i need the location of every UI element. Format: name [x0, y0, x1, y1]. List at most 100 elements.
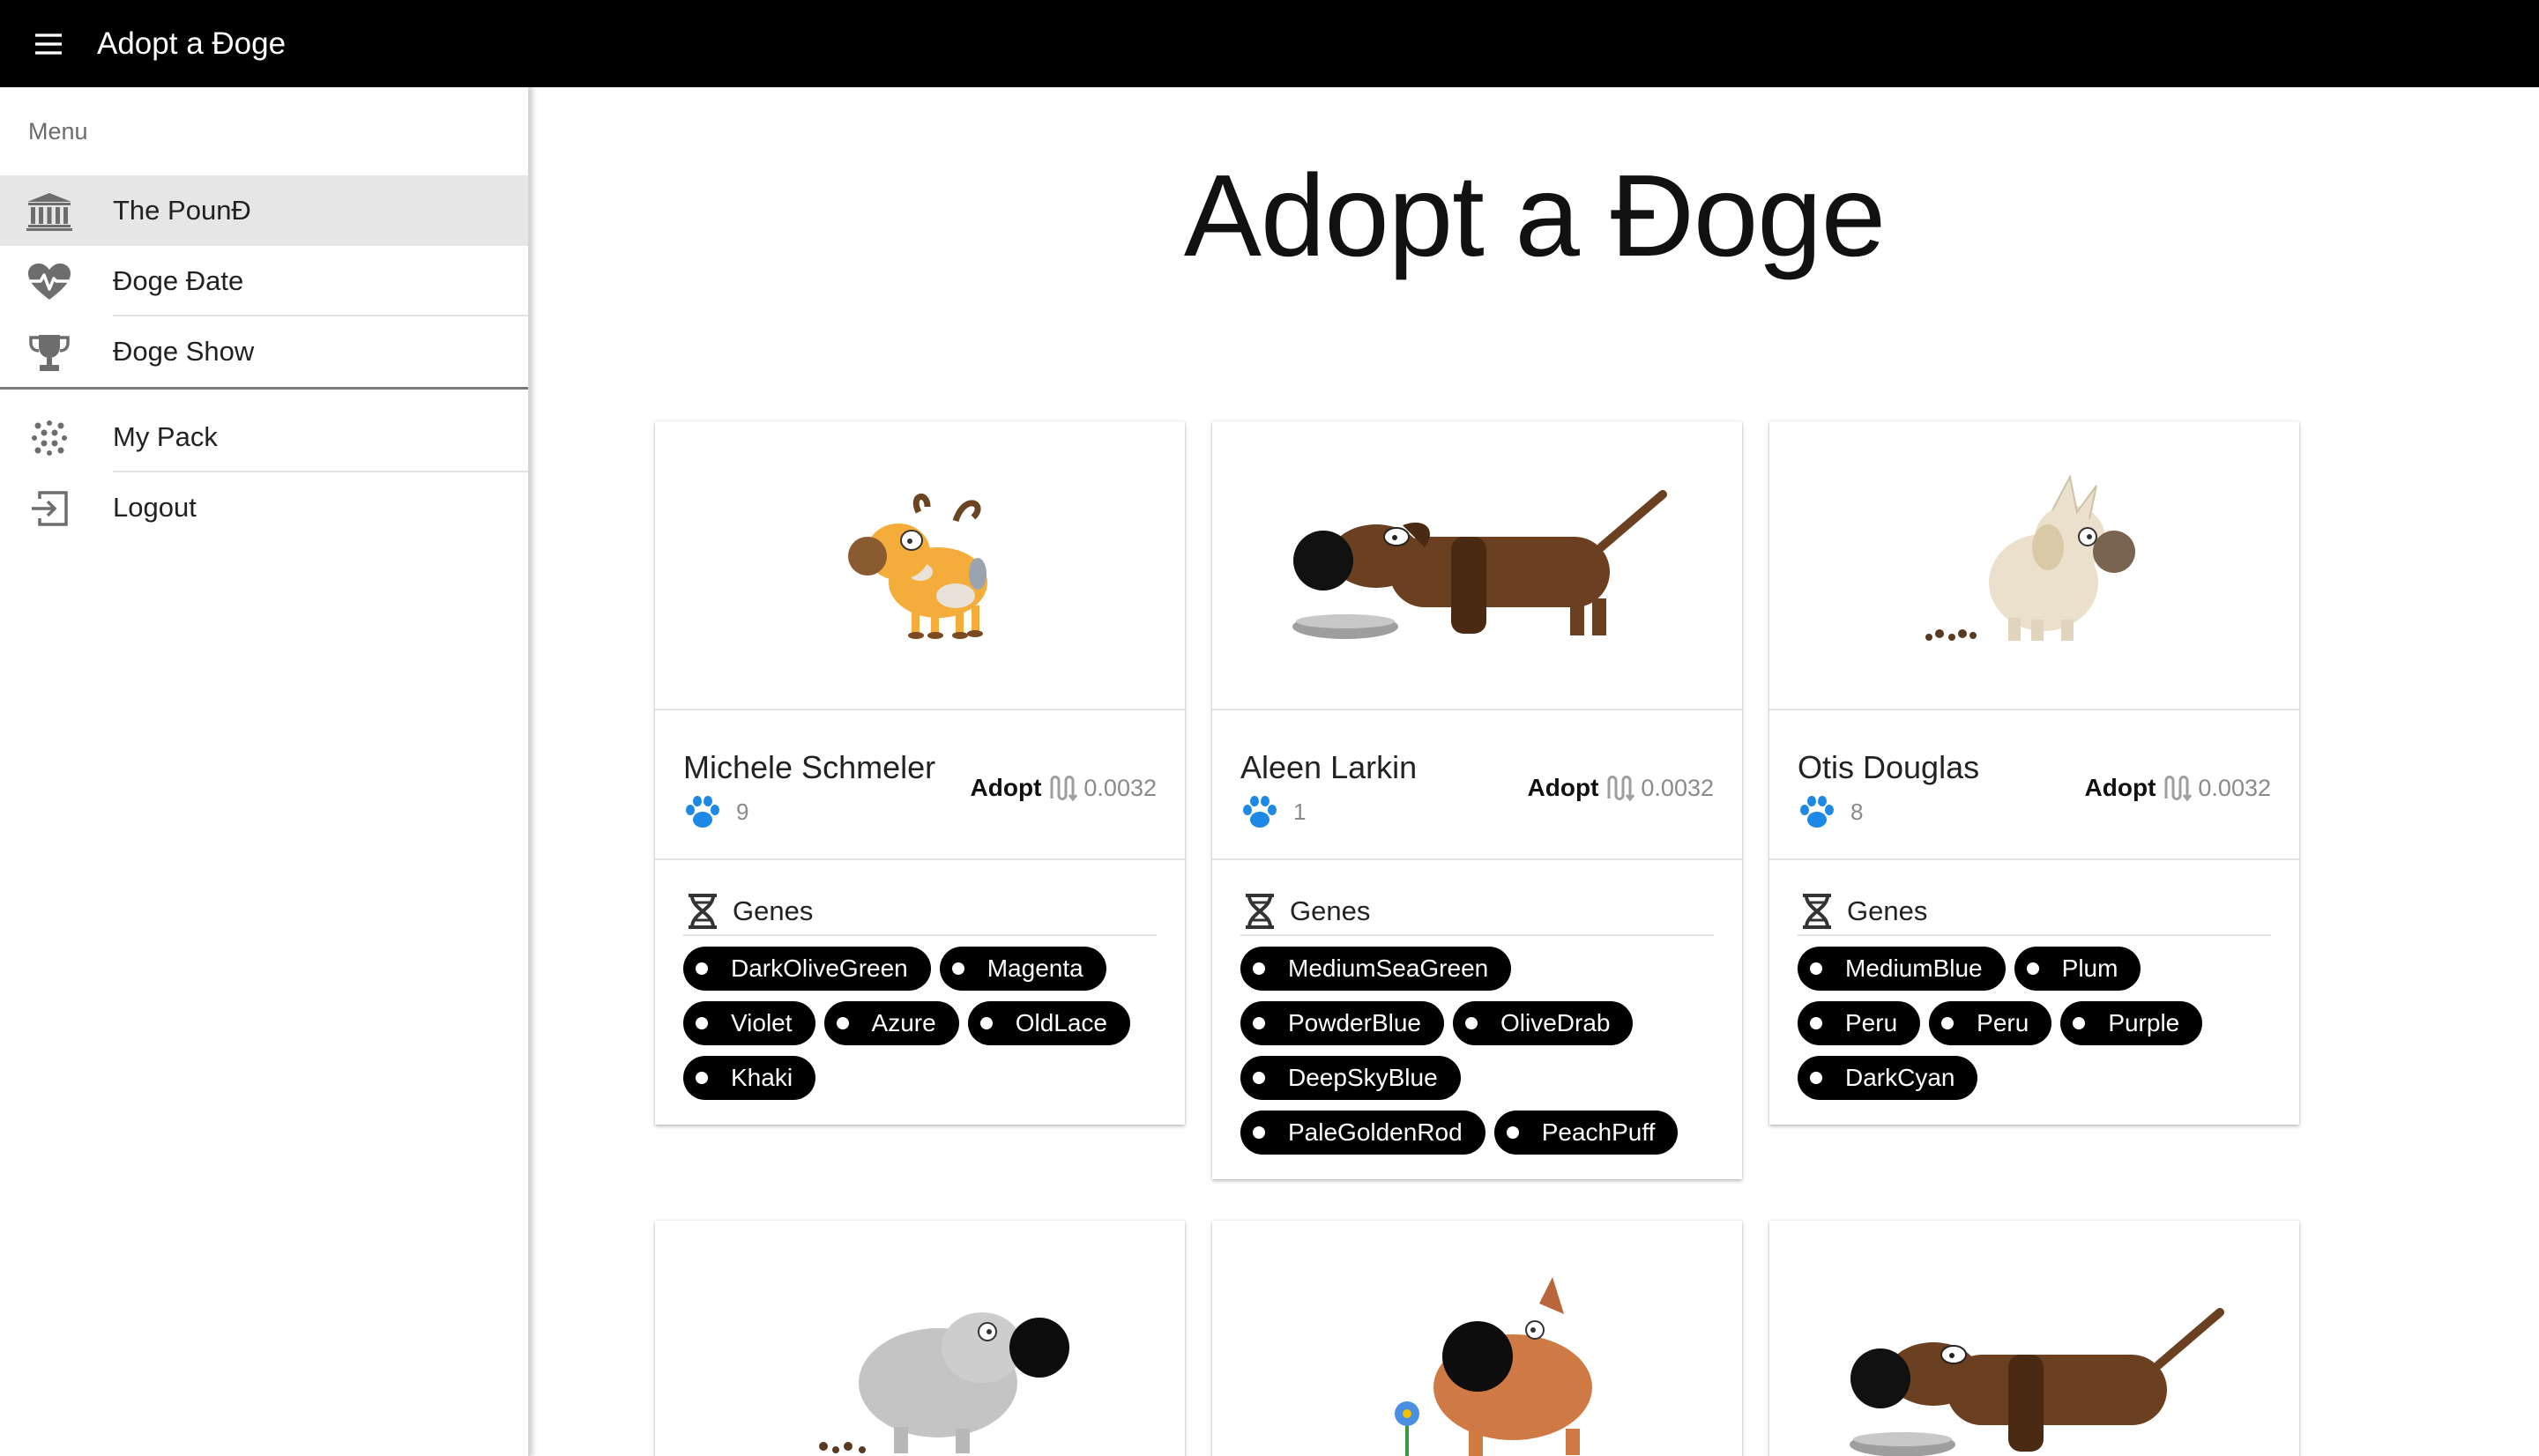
- chip-dot: [1253, 1126, 1265, 1139]
- trophy-icon: [26, 332, 73, 373]
- heart-pulse-icon: [26, 262, 73, 302]
- nav-item-label: The PounĐ: [113, 195, 251, 226]
- gene-chip[interactable]: Khaki: [683, 1056, 816, 1100]
- doge-card: Michele Schmeler 9 Adopt 0.0032 Genes Da…: [655, 421, 1185, 1125]
- nav-item-doge-show[interactable]: Đoge Show: [0, 316, 528, 387]
- nav-item-label: Đoge Show: [113, 336, 255, 367]
- dog-image[interactable]: [1212, 421, 1742, 710]
- gene-chip[interactable]: Peru: [1929, 1001, 2052, 1045]
- doge-card-partial: [1212, 1221, 1742, 1456]
- dog-image[interactable]: [1769, 1221, 2299, 1456]
- adopt-button[interactable]: Adopt 0.0032: [2085, 772, 2271, 804]
- drawer-subheader: Menu: [28, 117, 88, 145]
- dog-image[interactable]: [655, 1221, 1185, 1456]
- card-header: Michele Schmeler 9 Adopt 0.0032: [655, 710, 1185, 860]
- brown-dachshund-illustration: [1849, 1308, 2224, 1456]
- gene-chip[interactable]: PeachPuff: [1493, 1111, 1679, 1155]
- chip-dot: [1810, 1017, 1822, 1029]
- brown-dachshund-illustration: [1292, 490, 1667, 639]
- adopt-label: Adopt: [1527, 774, 1599, 801]
- gene-label: DarkCyan: [1845, 1064, 1955, 1091]
- adopt-label: Adopt: [2084, 774, 2156, 801]
- nav-item-doge-date[interactable]: Đoge Đate: [0, 246, 528, 316]
- gene-label: PeachPuff: [1541, 1118, 1656, 1146]
- gene-chip[interactable]: Purple: [2060, 1001, 2203, 1045]
- gene-label: Peru: [1977, 1009, 2029, 1036]
- adopt-button[interactable]: Adopt 0.0032: [971, 772, 1157, 804]
- nav-item-my-pack[interactable]: My Pack: [0, 402, 528, 472]
- gene-label: Magenta: [987, 955, 1083, 982]
- genes-title: Genes: [733, 895, 814, 926]
- gene-chip[interactable]: OliveDrab: [1452, 1001, 1634, 1045]
- dog-name[interactable]: Michele Schmeler: [683, 749, 935, 786]
- dna-icon: [1803, 894, 1831, 929]
- generation-count: 9: [736, 799, 749, 825]
- logout-icon: [26, 488, 73, 529]
- nav-item-the-pound[interactable]: The PounĐ: [0, 175, 528, 246]
- gene-chip[interactable]: PaleGoldenRod: [1240, 1111, 1485, 1155]
- gene-chip[interactable]: Violet: [683, 1001, 815, 1045]
- nav-item-logout[interactable]: Logout: [0, 472, 528, 543]
- genes-title: Genes: [1290, 895, 1371, 926]
- genes-title: Genes: [1847, 895, 1928, 926]
- gene-chip[interactable]: Azure: [823, 1001, 959, 1045]
- chip-dot: [696, 962, 708, 975]
- gene-chip[interactable]: Peru: [1798, 1001, 1921, 1045]
- dog-name[interactable]: Otis Douglas: [1798, 749, 1979, 786]
- hamburger-icon: [35, 33, 62, 55]
- app-bar: Adopt a Đoge: [0, 0, 2539, 87]
- dog-image[interactable]: [1769, 421, 2299, 710]
- gene-chip[interactable]: Magenta: [939, 947, 1106, 991]
- gene-chip[interactable]: PowderBlue: [1240, 1001, 1444, 1045]
- gene-label: DeepSkyBlue: [1288, 1064, 1438, 1091]
- chip-dot: [2073, 1017, 2086, 1029]
- chip-dot: [1253, 1017, 1265, 1029]
- paw-icon: [1243, 796, 1277, 828]
- gene-label: PaleGoldenRod: [1288, 1118, 1463, 1146]
- doge-card: Aleen Larkin 1 Adopt 0.0032 Genes Medium…: [1212, 421, 1742, 1179]
- gene-label: Purple: [2108, 1009, 2180, 1036]
- gene-chips: MediumBlue Plum Peru Peru Purple DarkCya…: [1798, 947, 2271, 1100]
- gene-chip[interactable]: MediumSeaGreen: [1240, 947, 1512, 991]
- doge-card-partial: [655, 1221, 1185, 1456]
- doge-card: Otis Douglas 8 Adopt 0.0032 Genes Medium…: [1769, 421, 2299, 1125]
- price-value: 0.0032: [2198, 774, 2271, 801]
- app-title: Adopt a Đoge: [97, 26, 287, 61]
- gene-chip[interactable]: OldLace: [967, 1001, 1130, 1045]
- chip-dot: [1253, 1072, 1265, 1084]
- main-content: Adopt a Đoge Michele Schmeler 9 Adopt 0.…: [530, 87, 2539, 1456]
- shaggy-cream-dog-illustration: [1925, 474, 2135, 641]
- adopt-button[interactable]: Adopt 0.0032: [1528, 772, 1714, 804]
- gene-chip[interactable]: DeepSkyBlue: [1240, 1056, 1461, 1100]
- dna-icon: [1246, 894, 1274, 929]
- dog-name[interactable]: Aleen Larkin: [1240, 749, 1417, 786]
- gene-label: MediumBlue: [1845, 955, 1983, 982]
- gene-chip[interactable]: Plum: [2014, 947, 2141, 991]
- gene-chip[interactable]: DarkOliveGreen: [683, 947, 931, 991]
- gene-chips: DarkOliveGreen Magenta Violet Azure OldL…: [683, 947, 1157, 1100]
- page-title: Adopt a Đoge: [1183, 151, 1886, 280]
- dog-image[interactable]: [1212, 1221, 1742, 1456]
- gene-label: Plum: [2061, 955, 2118, 982]
- dog-image[interactable]: [655, 421, 1185, 710]
- gene-label: OldLace: [1015, 1009, 1107, 1036]
- gene-label: OliveDrab: [1500, 1009, 1611, 1036]
- gene-label: MediumSeaGreen: [1288, 955, 1489, 982]
- card-header: Otis Douglas 8 Adopt 0.0032: [1769, 710, 2299, 860]
- doge-card-partial: [1769, 1221, 2299, 1456]
- chip-dot: [1941, 1017, 1955, 1029]
- eth-price-icon: [2164, 776, 2193, 802]
- nav-item-label: Đoge Đate: [113, 265, 244, 296]
- menu-button[interactable]: [0, 0, 97, 87]
- chip-dot: [836, 1017, 849, 1029]
- genes-header: Genes: [1798, 892, 2271, 936]
- chip-dot: [1810, 1072, 1822, 1084]
- gene-label: Khaki: [731, 1064, 793, 1091]
- genes-header: Genes: [683, 892, 1157, 936]
- gene-chip[interactable]: MediumBlue: [1798, 947, 2006, 991]
- orange-bulldog-illustration: [1394, 1277, 1592, 1456]
- chip-dot: [1810, 962, 1822, 975]
- price-value: 0.0032: [1083, 774, 1157, 801]
- gene-chip[interactable]: DarkCyan: [1798, 1056, 1978, 1100]
- gene-label: Violet: [731, 1009, 793, 1036]
